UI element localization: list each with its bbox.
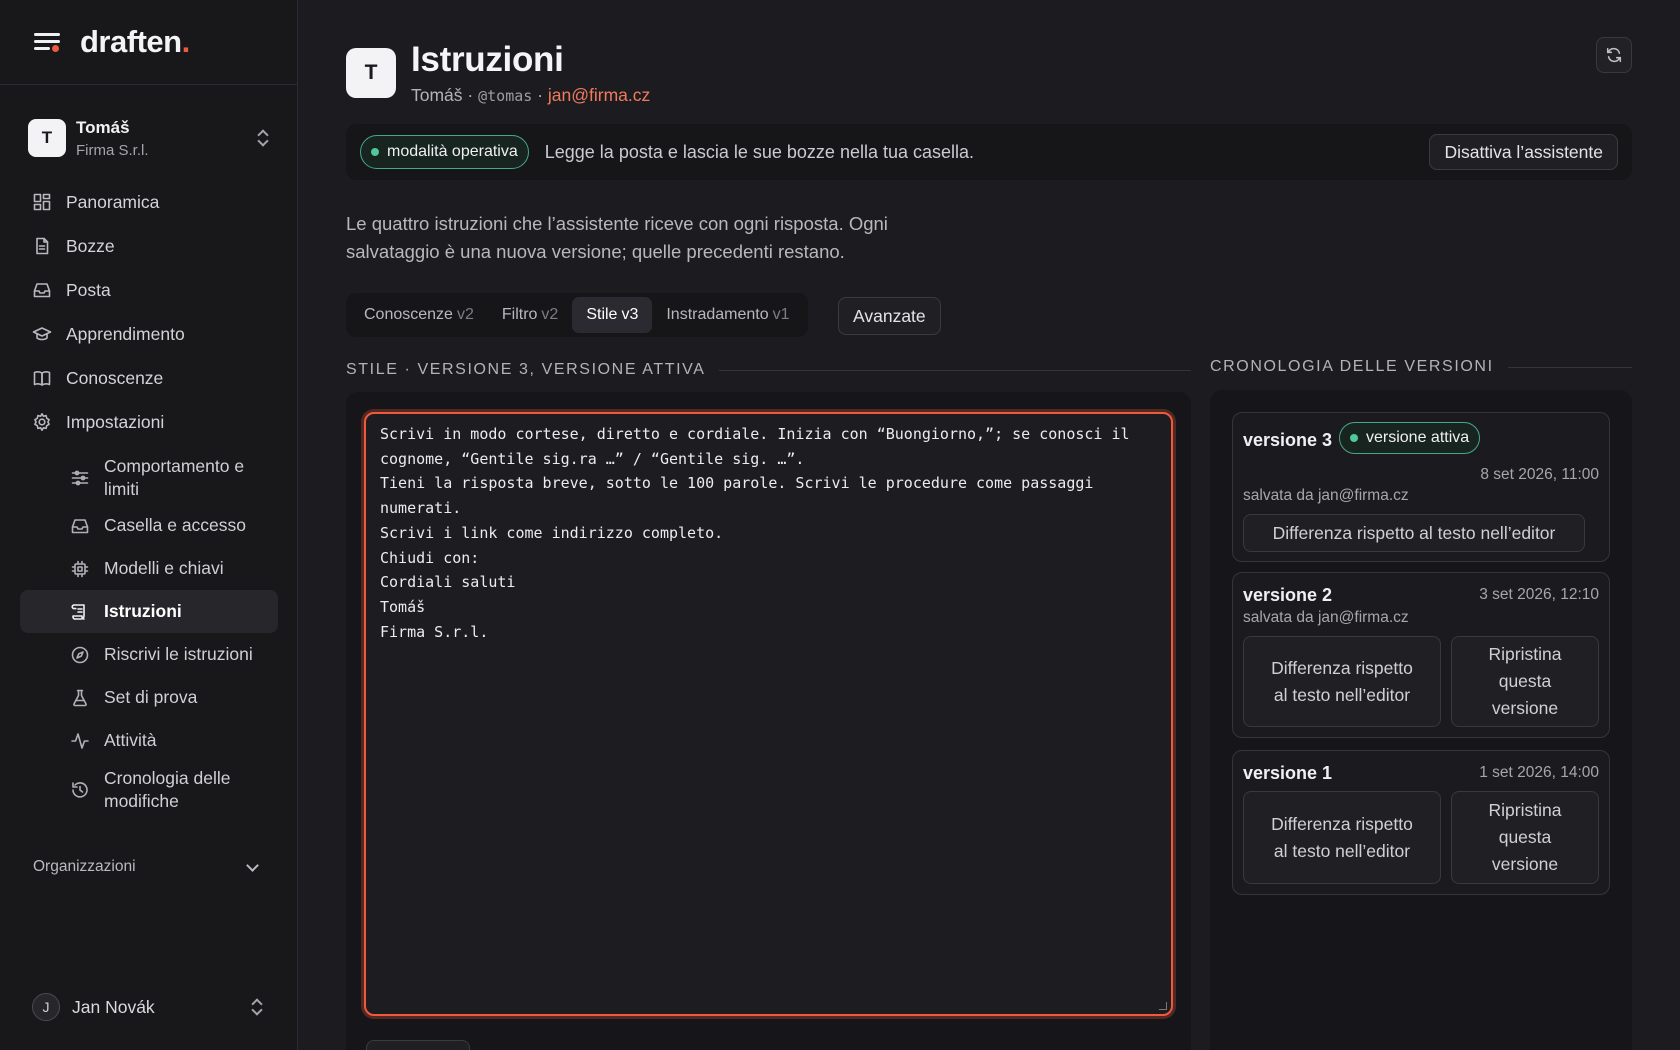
version-card: versione 3 versione attiva 8 set 2026, 1… (1232, 412, 1610, 562)
profile-email[interactable]: jan@firma.cz (548, 85, 650, 105)
sidebar-item-conoscenze[interactable]: Conoscenze (20, 356, 278, 400)
editor-text[interactable]: Scrivi in modo cortese, diretto e cordia… (380, 422, 1157, 644)
instruction-editor[interactable]: Scrivi in modo cortese, diretto e cordia… (364, 412, 1173, 1016)
version-card: versione 2 3 set 2026, 12:10 salvata da … (1232, 572, 1610, 738)
logo[interactable]: draften. (80, 24, 190, 60)
inbox-icon (32, 280, 52, 300)
sidebar-subitem-attivita[interactable]: Attività (20, 719, 278, 762)
tab-stile[interactable]: Stile v3 (572, 297, 653, 333)
save-button[interactable] (366, 1040, 470, 1050)
status-dot-icon (1350, 434, 1358, 442)
history-panel: versione 3 versione attiva 8 set 2026, 1… (1210, 390, 1632, 1050)
scroll-icon (70, 602, 90, 622)
main-content: T Istruzioni Tomáš · @tomas · jan@firma.… (298, 0, 1680, 1050)
diff-button[interactable]: Differenza rispetto al testo nell’editor (1243, 636, 1441, 727)
editor-heading: STILE · VERSIONE 3, VERSIONE ATTIVA (346, 361, 1191, 379)
profile-avatar: T (346, 48, 396, 98)
graduation-cap-icon (32, 324, 52, 344)
diff-button[interactable]: Differenza rispetto al testo nell’editor (1243, 514, 1585, 552)
grid-icon (32, 192, 52, 212)
account-avatar: T (28, 119, 66, 157)
activity-icon (70, 731, 90, 751)
mode-badge: modalità operativa (360, 135, 529, 169)
sidebar-subitem-modelli[interactable]: Modelli e chiavi (20, 547, 278, 590)
restore-version-button[interactable]: Ripristina questa versione (1451, 636, 1599, 727)
sliders-icon (70, 468, 90, 488)
advanced-button[interactable]: Avanzate (838, 297, 941, 335)
deactivate-assistant-button[interactable]: Disattiva l’assistente (1429, 134, 1618, 170)
history-heading: CRONOLOGIA DELLE VERSIONI (1210, 358, 1632, 376)
chip-icon (70, 559, 90, 579)
tab-conoscenze[interactable]: Conoscenze v2 (350, 297, 488, 333)
tab-filtro[interactable]: Filtro v2 (488, 297, 572, 333)
sidebar-item-impostazioni[interactable]: Impostazioni (20, 400, 278, 444)
sidebar-subitem-cronologia[interactable]: Cronologia delle modifiche (20, 762, 278, 818)
organizations-toggle[interactable]: Organizzazioni (33, 858, 263, 876)
mode-description: Legge la posta e lascia le sue bozze nel… (544, 141, 975, 162)
sidebar-item-panoramica[interactable]: Panoramica (20, 180, 278, 224)
refresh-button[interactable] (1596, 37, 1632, 73)
account-org: Firma S.r.l. (76, 141, 149, 159)
sidebar-item-bozze[interactable]: Bozze (20, 224, 278, 268)
page-description: Le quattro istruzioni che l’assistente r… (346, 213, 888, 262)
sidebar: draften. T Tomáš Firma S.r.l. Panoramica… (0, 0, 298, 1050)
inbox-icon (70, 516, 90, 536)
chevron-up-down-icon (256, 129, 270, 147)
chevron-up-down-icon (250, 998, 264, 1016)
profile-subline: Tomáš · @tomas · jan@firma.cz (411, 85, 651, 105)
page-title: Istruzioni (411, 40, 564, 79)
resize-handle-icon[interactable] (1159, 1002, 1167, 1010)
flask-icon (70, 688, 90, 708)
user-name: Jan Novák (72, 996, 155, 1017)
status-dot-icon (371, 148, 379, 156)
compass-icon (70, 645, 90, 665)
book-icon (32, 368, 52, 388)
sidebar-item-posta[interactable]: Posta (20, 268, 278, 312)
user-menu[interactable]: J Jan Novák (32, 993, 264, 1021)
tab-instradamento[interactable]: Instradamento v1 (652, 297, 803, 333)
menu-icon[interactable] (34, 31, 60, 53)
gear-icon (32, 412, 52, 432)
diff-button[interactable]: Differenza rispetto al testo nell’editor (1243, 791, 1441, 884)
file-icon (32, 236, 52, 256)
instruction-tabs: Conoscenze v2 Filtro v2 Stile v3 Instradame… (346, 293, 808, 337)
user-avatar: J (32, 993, 60, 1021)
refresh-icon (1606, 47, 1622, 63)
sidebar-subitem-casella[interactable]: Casella e accesso (20, 504, 278, 547)
chevron-down-icon (246, 858, 259, 872)
active-version-badge: versione attiva (1339, 422, 1481, 454)
sidebar-nav: Panoramica Bozze Posta Apprendimento Con… (20, 180, 278, 818)
editor-panel: Scrivi in modo cortese, diretto e cordia… (346, 392, 1191, 1050)
sidebar-subitem-istruzioni[interactable]: Istruzioni (20, 590, 278, 633)
sidebar-subitem-riscrivi[interactable]: Riscrivi le istruzioni (20, 633, 278, 676)
account-name: Tomáš (76, 117, 130, 137)
account-switcher[interactable]: T Tomáš Firma S.r.l. (20, 110, 278, 166)
profile-handle: @tomas (478, 87, 533, 105)
mode-status-bar: modalità operativa Legge la posta e lasc… (346, 124, 1632, 180)
version-card: versione 1 1 set 2026, 14:00 Differenza … (1232, 750, 1610, 895)
restore-version-button[interactable]: Ripristina questa versione (1451, 791, 1599, 884)
brand-header: draften. (0, 0, 297, 85)
history-icon (70, 780, 90, 800)
sidebar-item-apprendimento[interactable]: Apprendimento (20, 312, 278, 356)
sidebar-subitem-set-prova[interactable]: Set di prova (20, 676, 278, 719)
sidebar-subitem-comportamento[interactable]: Comportamento e limiti (20, 452, 278, 504)
